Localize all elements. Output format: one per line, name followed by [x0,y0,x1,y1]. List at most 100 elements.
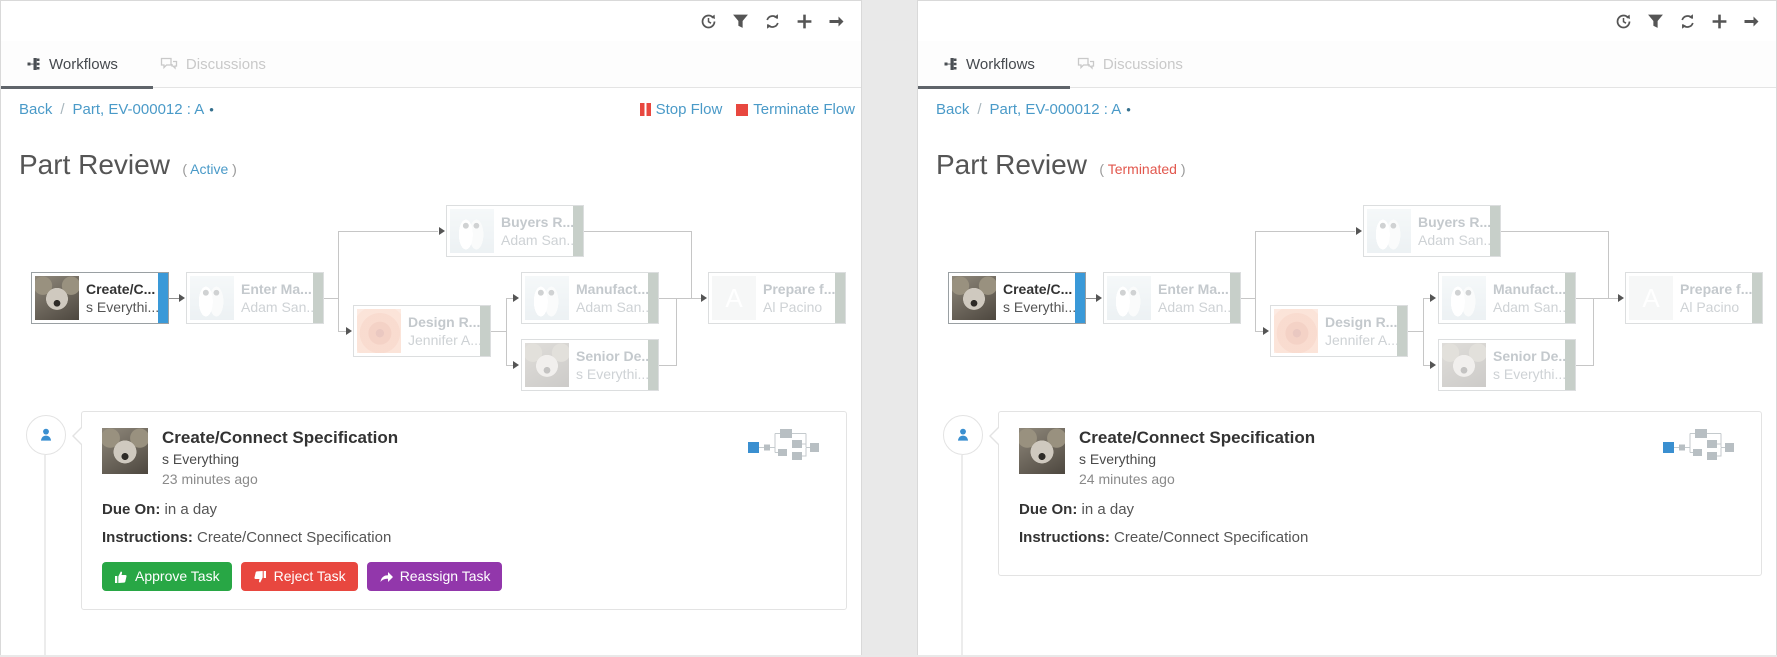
node-title: Design R... [408,313,490,331]
status-open-paren: ( [1099,161,1107,177]
letter-avatar: A [712,276,756,320]
node-subtitle: Al Pacino [763,298,845,316]
node-state-bar [1490,206,1500,256]
tab-workflows-label: Workflows [49,56,118,73]
arrow-icon [439,227,445,235]
timeline-user-marker [943,415,983,455]
tab-workflows[interactable]: Workflows [27,56,118,73]
add-icon[interactable] [1711,13,1728,30]
filter-icon[interactable] [732,13,749,30]
workflows-icon [27,57,41,71]
node-prepare[interactable]: A Prepare f...Al Pacino [708,272,846,324]
reassign-task-label: Reassign Task [400,568,491,585]
go-right-icon[interactable] [828,13,845,30]
reject-task-button[interactable]: Reject Task [241,562,358,591]
connector [676,298,701,299]
add-icon[interactable] [796,13,813,30]
node-create-connect[interactable]: Create/C...s Everythi... [948,272,1086,324]
connector [584,231,691,232]
refresh-icon[interactable] [764,13,781,30]
breadcrumb: Back / Part, EV-000012 : A • [918,88,1776,127]
node-manufacturing[interactable]: Manufact...Adam San... [1438,272,1576,324]
breadcrumb-separator: / [60,101,64,118]
node-state-bar [648,340,658,390]
node-subtitle: Al Pacino [1680,298,1762,316]
breadcrumb-current[interactable]: Part, EV-000012 : A [73,101,205,118]
connector [506,298,507,366]
arrow-icon [701,294,707,302]
workflows-icon [944,57,958,71]
workflow-thumbnail-icon[interactable] [1663,428,1741,487]
tab-workflows[interactable]: Workflows [944,56,1035,73]
node-enter-ma[interactable]: Enter Ma...Adam San... [186,272,324,324]
filter-icon[interactable] [1647,13,1664,30]
tab-workflows-label: Workflows [966,56,1035,73]
go-right-icon[interactable] [1743,13,1760,30]
penguins-avatar [190,276,234,320]
node-prepare[interactable]: A Prepare f...Al Pacino [1625,272,1763,324]
arrow-icon [1356,227,1362,235]
terminate-flow-label: Terminate Flow [753,101,855,118]
approve-task-button[interactable]: Approve Task [102,562,232,591]
instructions-value: Create/Connect Specification [1114,529,1308,546]
node-state-bar [835,273,845,323]
node-state-bar [1752,273,1762,323]
node-senior-design[interactable]: Senior De...s Everythi... [521,339,659,391]
back-link[interactable]: Back [936,101,969,118]
node-design-review[interactable]: Design R...Jennifer A... [353,305,491,357]
node-enter-ma[interactable]: Enter Ma...Adam San... [1103,272,1241,324]
task-title: Create/Connect Specification [1079,428,1315,448]
task-assignee: s Everything [162,451,398,467]
status-close-paren: ) [228,161,237,177]
node-state-bar [1230,273,1240,323]
history-icon[interactable] [700,13,717,30]
connector [1255,231,1355,232]
tab-discussions[interactable]: Discussions [1077,56,1183,73]
connector [338,231,339,332]
stop-flow-button[interactable]: Stop Flow [640,101,723,118]
node-manufacturing[interactable]: Manufact...Adam San... [521,272,659,324]
task-time: 23 minutes ago [162,471,398,487]
history-icon[interactable] [1615,13,1632,30]
node-state-bar [313,273,323,323]
timeline-line [961,455,963,655]
arrow-icon [179,294,185,302]
thumbs-up-icon [114,570,128,584]
node-create-connect[interactable]: Create/C...s Everythi... [31,272,169,324]
arrow-icon [1430,294,1436,302]
tab-discussions[interactable]: Discussions [160,56,266,73]
task-avatar [102,428,148,474]
refresh-icon[interactable] [1679,13,1696,30]
node-title: Enter Ma... [1158,280,1240,298]
node-senior-design[interactable]: Senior De...s Everythi... [1438,339,1576,391]
node-title: Prepare f... [763,280,845,298]
koala-avatar [952,276,996,320]
node-buyers-review[interactable]: Buyers R...Adam San... [1363,205,1501,257]
breadcrumb-bullet: • [209,102,214,117]
due-value: in a day [1082,501,1135,518]
connector [691,231,692,298]
node-state-bar [480,306,490,356]
discussions-icon [1077,57,1095,72]
arrow-icon [1618,294,1624,302]
node-subtitle: Adam San... [1158,298,1240,316]
task-actions: Approve Task Reject Task Reassign Task [102,562,826,591]
node-design-review[interactable]: Design R...Jennifer A... [1270,305,1408,357]
workflow-status: ( Terminated ) [1099,161,1185,177]
flow-actions: Stop Flow Terminate Flow [640,101,855,118]
arrow-icon [513,361,519,369]
terminate-flow-button[interactable]: Terminate Flow [736,101,855,118]
breadcrumb-current[interactable]: Part, EV-000012 : A [990,101,1122,118]
arrow-icon [346,327,352,335]
workflow-thumbnail-icon[interactable] [748,428,826,487]
node-title: Senior De... [1493,347,1575,365]
node-title: Manufact... [576,280,658,298]
node-subtitle: Adam San... [576,298,658,316]
timeline-line [44,455,46,655]
back-link[interactable]: Back [19,101,52,118]
node-subtitle: Adam San... [1418,231,1500,249]
reassign-task-button[interactable]: Reassign Task [367,562,503,591]
due-value: in a day [165,501,218,518]
node-buyers-review[interactable]: Buyers R...Adam San... [446,205,584,257]
node-subtitle: Jennifer A... [1325,331,1407,349]
